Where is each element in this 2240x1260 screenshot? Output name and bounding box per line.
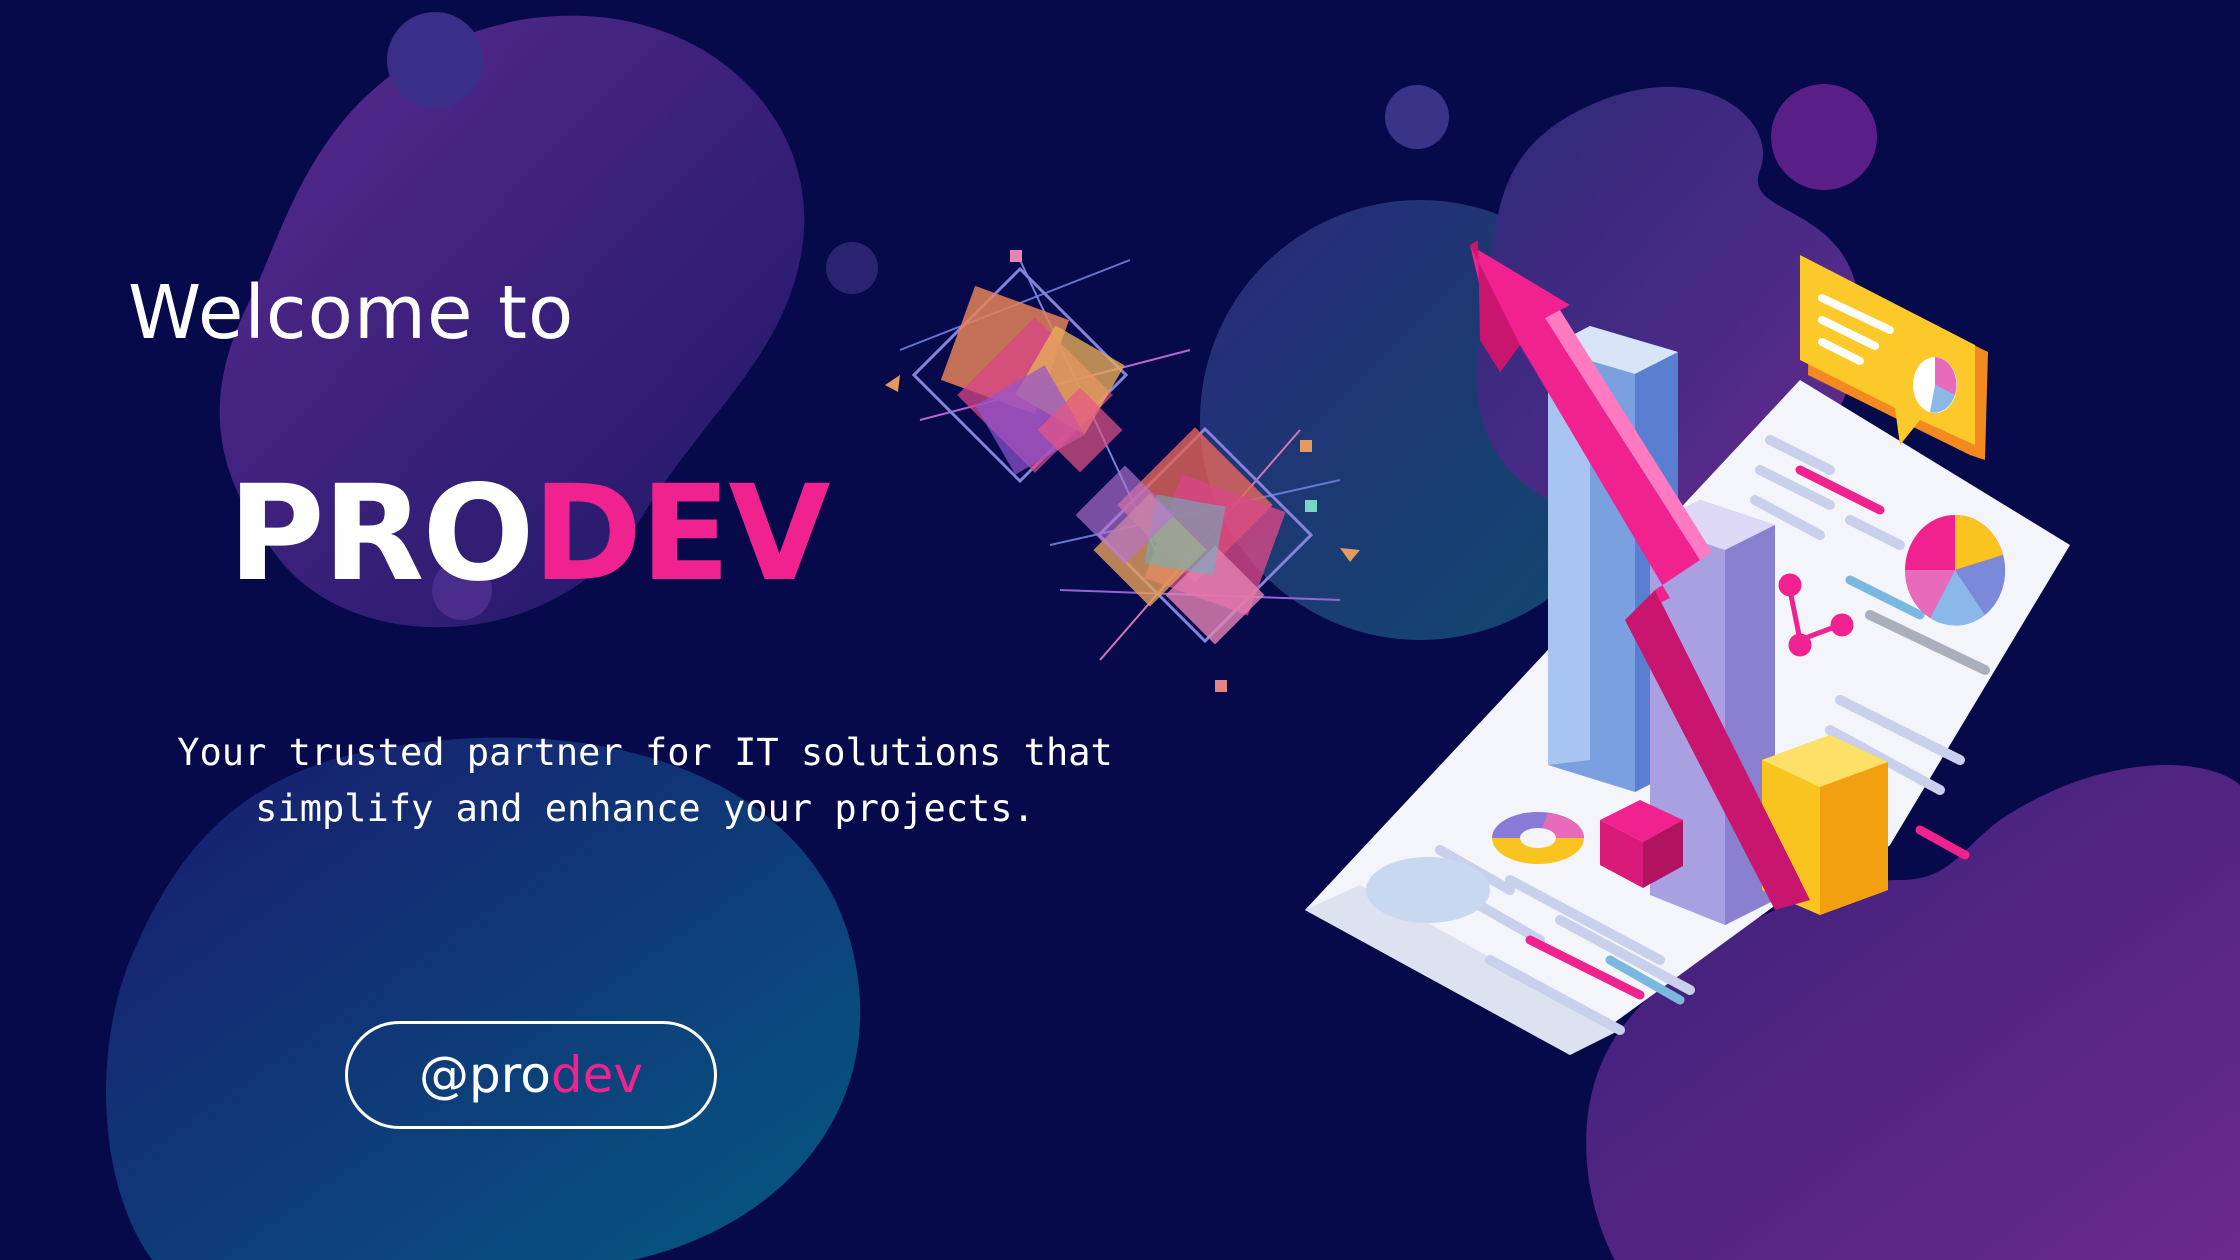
growth-analytics-illustration xyxy=(885,240,2070,1055)
pie-chart-icon xyxy=(1904,515,2006,626)
shape-ellipse xyxy=(1366,857,1490,923)
hero-banner: Welcome to PRODEV Your trusted partner f… xyxy=(0,0,2240,1260)
donut-chart-icon xyxy=(1492,812,1584,864)
abstract-geometric-art xyxy=(885,250,1360,692)
